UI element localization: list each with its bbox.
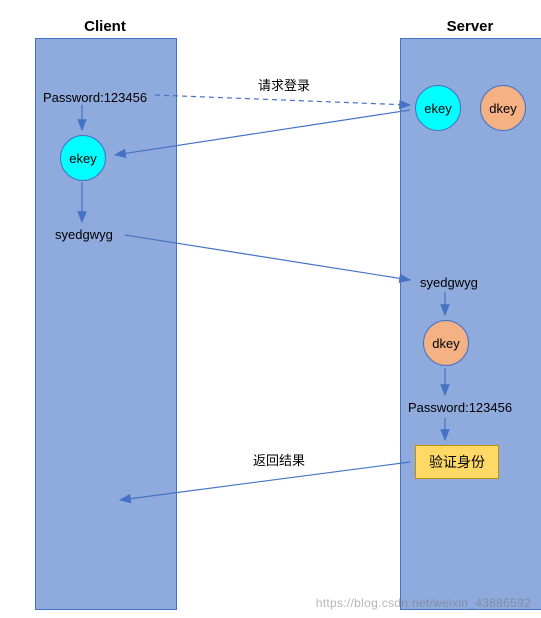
server-dkey-mid-circle: dkey bbox=[423, 320, 469, 366]
server-ekey-circle: ekey bbox=[415, 85, 461, 131]
watermark-text: https://blog.csdn.net/weixin_43886592 bbox=[316, 596, 531, 610]
verify-identity-box: 验证身份 bbox=[415, 445, 499, 479]
server-dkey-top-circle: dkey bbox=[480, 85, 526, 131]
client-encrypted-label: syedgwyg bbox=[55, 227, 113, 242]
client-ekey-circle: ekey bbox=[60, 135, 106, 181]
server-header: Server bbox=[400, 18, 540, 35]
server-encrypted-label: syedgwyg bbox=[420, 275, 478, 290]
client-lane bbox=[35, 38, 177, 610]
server-password-label: Password:123456 bbox=[408, 400, 512, 415]
request-login-label: 请求登录 bbox=[258, 75, 310, 94]
return-result-label: 返回结果 bbox=[253, 450, 305, 469]
client-password-label: Password:123456 bbox=[43, 90, 147, 105]
client-header: Client bbox=[35, 18, 175, 35]
